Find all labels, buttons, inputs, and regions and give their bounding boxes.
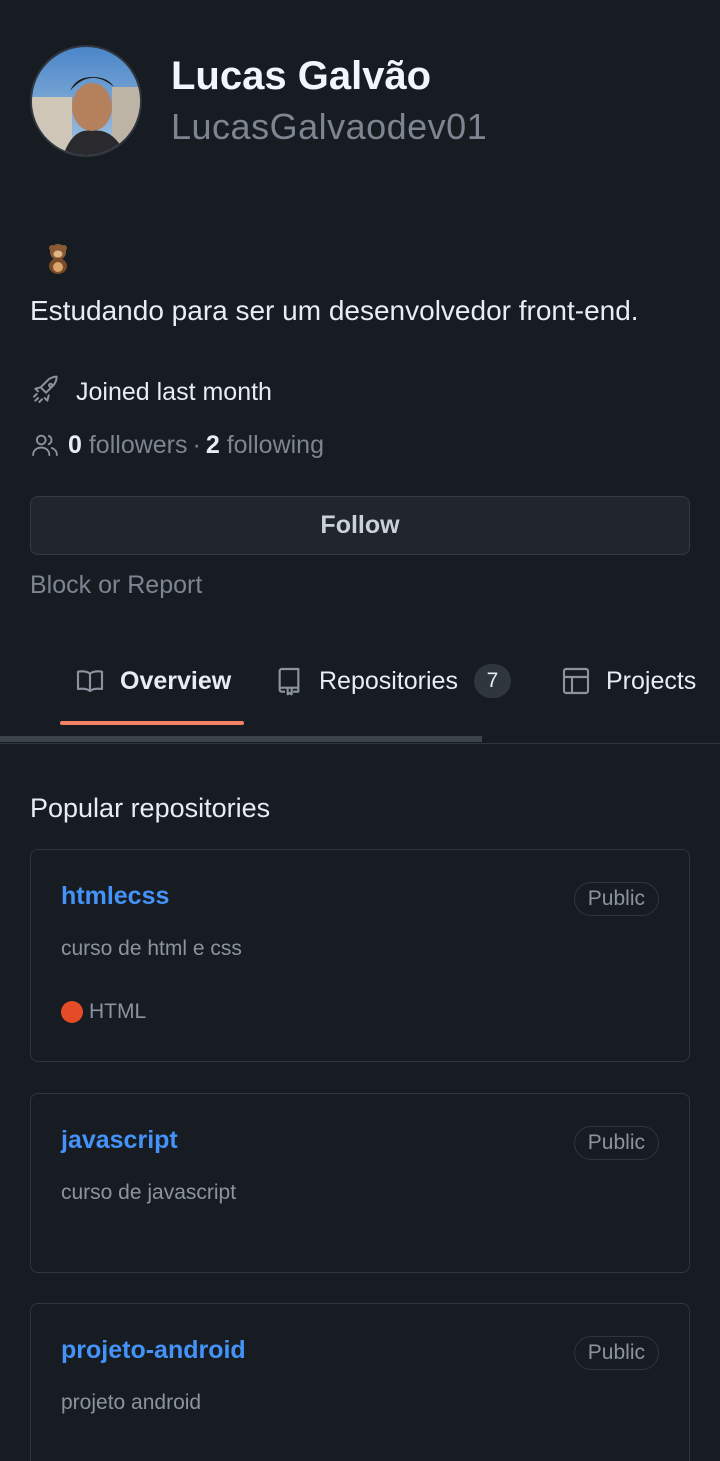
follow-button[interactable]: Follow	[30, 496, 690, 555]
book-icon	[74, 665, 106, 697]
followers-count: 0	[68, 430, 82, 459]
profile-name: Lucas Galvão	[171, 54, 432, 98]
repo-name-link[interactable]: javascript	[61, 1126, 178, 1155]
repo-icon	[273, 665, 305, 697]
avatar[interactable]	[30, 45, 142, 157]
people-icon	[30, 430, 60, 460]
tab-overview[interactable]: Overview	[74, 650, 231, 712]
tab-projects[interactable]: Projects	[560, 650, 696, 712]
repo-card: javascript Public curso de javascript	[30, 1093, 690, 1273]
followers-link[interactable]: 0 followers	[68, 431, 188, 460]
tabs-divider	[0, 743, 720, 744]
repo-description: curso de html e css	[61, 937, 242, 960]
tab-repositories-label: Repositories	[319, 666, 458, 695]
tabs-scrollbar[interactable]	[0, 736, 482, 742]
tab-projects-label: Projects	[606, 666, 697, 695]
profile-page: Lucas Galvão LucasGalvaodev01 Estudando …	[0, 0, 720, 1461]
block-or-report-link[interactable]: Block or Report	[30, 571, 202, 600]
repo-card: projeto-android Public projeto android	[30, 1303, 690, 1461]
follow-stats: 0 followers · 2 following	[30, 428, 324, 462]
following-label: following	[226, 430, 324, 459]
repo-card: htmlecss Public curso de html e css HTML	[30, 849, 690, 1062]
repo-name-link[interactable]: projeto-android	[61, 1336, 246, 1365]
following-count: 2	[205, 430, 220, 459]
repositories-counter: 7	[473, 664, 511, 698]
status-emoji-icon[interactable]	[40, 240, 76, 276]
language-label: HTML	[89, 1000, 147, 1023]
language-color-dot	[61, 1001, 83, 1023]
repo-language: HTML	[61, 1000, 146, 1024]
profile-bio: Estudando para ser um desenvolvedor fron…	[30, 295, 639, 326]
visibility-badge: Public	[573, 1126, 659, 1160]
rocket-icon	[30, 374, 62, 411]
visibility-badge: Public	[573, 1336, 659, 1370]
visibility-badge: Public	[573, 882, 659, 916]
followers-label: followers	[88, 430, 188, 459]
tab-repositories[interactable]: Repositories 7	[273, 650, 511, 712]
following-link[interactable]: 2 following	[206, 431, 324, 460]
profile-login: LucasGalvaodev01	[171, 106, 488, 147]
table-icon	[560, 665, 592, 697]
joined-info: Joined last month	[30, 374, 272, 410]
joined-text: Joined last month	[76, 377, 272, 406]
popular-repositories-title: Popular repositories	[30, 793, 271, 823]
stats-separator: ·	[192, 430, 201, 459]
repo-name-link[interactable]: htmlecss	[61, 882, 169, 911]
repo-description: projeto android	[61, 1391, 202, 1414]
tab-overview-label: Overview	[120, 666, 232, 695]
active-tab-indicator	[60, 721, 244, 725]
repo-description: curso de javascript	[61, 1181, 237, 1204]
profile-tabs: Overview Repositories 7 Projects	[0, 650, 720, 712]
